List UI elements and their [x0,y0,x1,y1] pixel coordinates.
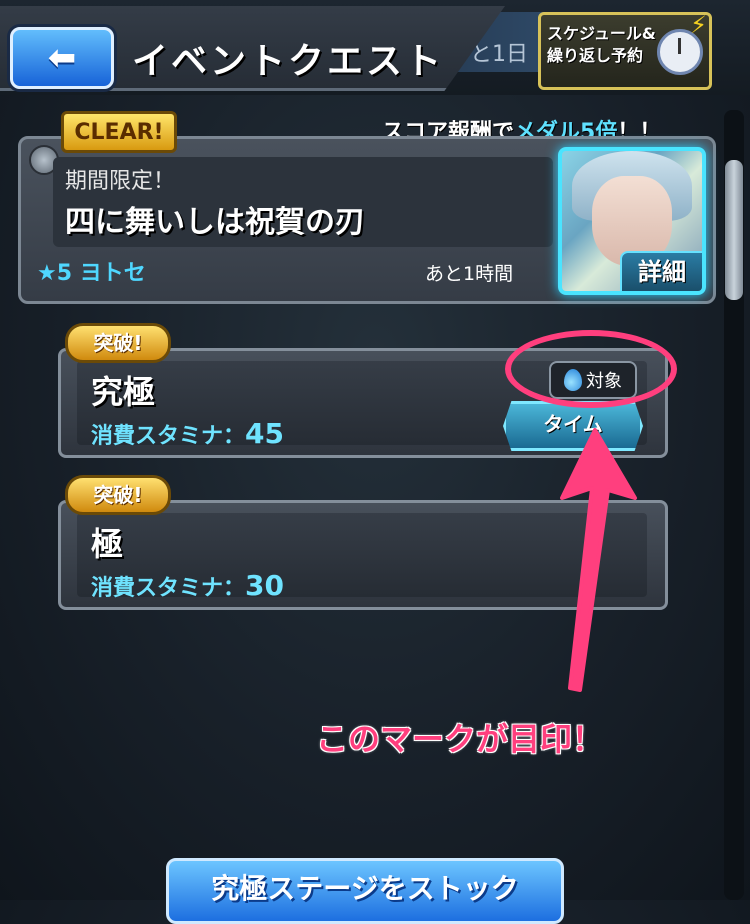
time-remaining: あと1時間 [425,263,514,285]
quest-name: 四に舞いしは祝賀の刃 [65,205,365,240]
stamina-value: 30 [245,569,284,602]
event-card[interactable]: CLEAR! 期間限定！ 四に舞いしは祝賀の刃 ★5 ヨトセ あと1時間 詳細 [18,111,716,304]
annotation-arrow-icon [560,428,637,692]
stamina-caption: 消費スタミナ： [91,424,246,449]
scrollbar-thumb[interactable] [725,160,743,300]
breakthrough-badge: 突破! [65,475,171,515]
rarity-label: ★5 ヨトセ [37,261,146,286]
character-portrait[interactable]: 詳細 [558,147,706,295]
lightning-icon: ⚡ [690,11,707,39]
page-title: イベントクエスト [132,41,445,82]
schedule-repeat-button[interactable]: スケジュール&繰り返し予約 ⚡ [538,11,712,90]
annotation-text: このマークが目印！ [316,720,605,758]
stamina-caption: 消費スタミナ： [91,576,246,601]
stamina-label: 消費スタミナ：30 [91,569,284,602]
stamina-label: 消費スタミナ：45 [91,417,284,450]
header-bar: あと1日 ⬅ イベントクエスト スケジュール&繰り返し予約 ⚡ [0,0,750,95]
stamina-value: 45 [245,417,284,450]
stage-title: 極 [91,525,124,563]
breakthrough-badge: 突破! [65,323,171,363]
stage-title: 究極 [91,373,156,411]
back-button[interactable]: ⬅ [10,27,114,89]
detail-button[interactable]: 詳細 [620,251,702,291]
limited-label: 期間限定！ [65,169,176,194]
stock-stage-button[interactable]: 究極ステージをストック [166,858,564,924]
highlight-ellipse [505,330,677,408]
schedule-label: スケジュール&繰り返し予約 [547,24,656,65]
back-arrow-icon: ⬅ [47,38,77,78]
clear-badge: CLEAR! [61,111,177,153]
